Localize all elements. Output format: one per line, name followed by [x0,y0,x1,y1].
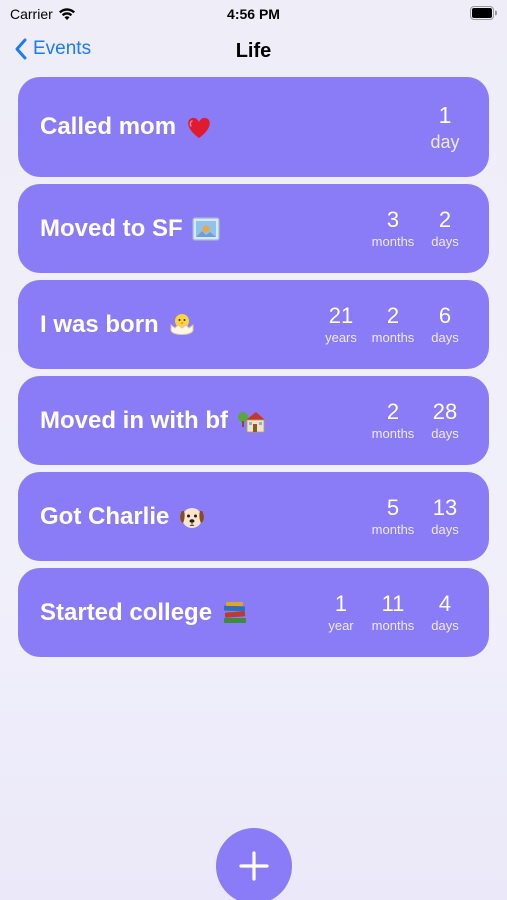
battery-icon [470,6,497,20]
plus-icon [239,851,269,881]
status-bar: Carrier 4:56 PM [0,0,507,30]
page-title: Life [235,40,272,62]
elapsed-months-label: months [371,330,415,345]
event-title: Called mom [40,113,214,141]
elapsed-years-value: 21 [328,303,354,328]
elapsed-days: 13 days [423,495,467,538]
add-event-button[interactable] [216,828,292,900]
event-title-label: Moved to SF [40,214,183,242]
event-title: Got Charlie [40,503,207,531]
elapsed-months: 2 months [371,303,415,346]
elapsed-time: 21 years 2 months 6 days [319,303,467,346]
elapsed-months: 5 months [371,495,415,538]
elapsed-days-label: days [431,234,459,249]
elapsed-days-value: 4 [438,591,452,616]
event-title-label: I was born [40,310,159,338]
elapsed-years: 21 years [319,303,363,346]
elapsed-time: 3 months 2 days [371,207,467,250]
event-title: Moved in with bf [40,407,266,435]
elapsed-time: 1 year 11 months 4 days [319,591,467,634]
elapsed-years-value: 1 [334,591,348,616]
event-list: Called mom 1 day Moved to SF 3 months 2 … [18,77,489,664]
event-title-label: Called mom [40,113,177,140]
house-icon [237,411,265,432]
hatching-chick-icon [170,313,194,335]
heart-icon [188,117,210,138]
elapsed-days: 6 days [423,303,467,346]
elapsed-days-label: days [431,522,459,537]
dog-face-icon [180,507,205,528]
elapsed-months-value: 11 [381,591,405,616]
event-title-label: Moved in with bf [40,406,228,434]
elapsed-months-value: 2 [386,303,400,328]
event-card-moved-to-sf[interactable]: Moved to SF 3 months 2 days [18,184,489,273]
elapsed-months-label: months [371,618,415,633]
event-title: Moved to SF [40,215,221,243]
elapsed-time: 5 months 13 days [371,495,467,538]
elapsed-months-value: 3 [386,207,400,232]
picture-icon [192,216,220,241]
elapsed-years-label: years [325,330,357,345]
elapsed-days: 28 days [423,399,467,442]
navigation-bar: Events Life [0,32,507,72]
elapsed-days-value: 6 [438,303,452,328]
elapsed-days: 4 days [423,591,467,634]
event-card-started-college[interactable]: Started college 1 year 11 months 4 days [18,568,489,657]
elapsed-time: 2 months 28 days [371,399,467,442]
event-title: Started college [40,599,250,627]
event-card-got-charlie[interactable]: Got Charlie 5 months 13 days [18,472,489,561]
elapsed-months-label: months [371,522,415,537]
elapsed-days-label: days [431,330,459,345]
event-card-i-was-born[interactable]: I was born 21 years 2 months 6 days [18,280,489,369]
elapsed-days-value: 28 [432,399,458,424]
elapsed-months-value: 5 [386,495,400,520]
elapsed-days-label: days [431,618,459,633]
event-card-called-mom[interactable]: Called mom 1 day [18,77,489,177]
elapsed-months: 11 months [371,591,415,634]
event-card-moved-in-with-bf[interactable]: Moved in with bf 2 months 28 days [18,376,489,465]
elapsed-years-label: year [328,618,354,633]
elapsed-time: 1 day [423,100,467,154]
elapsed-months-label: months [371,234,415,249]
elapsed-days-label: days [431,426,459,441]
event-title-label: Got Charlie [40,502,170,530]
status-time: 4:56 PM [227,6,280,22]
elapsed-days: 2 days [423,207,467,250]
elapsed-days-value: 1 [438,102,452,128]
books-icon [223,601,247,623]
event-title-label: Started college [40,598,213,626]
elapsed-days-label: day [430,132,460,152]
elapsed-days: 1 day [423,100,467,154]
elapsed-days-value: 13 [432,495,458,520]
elapsed-days-value: 2 [438,207,452,232]
elapsed-months-label: months [371,426,415,441]
elapsed-years: 1 year [319,591,363,634]
elapsed-months-value: 2 [386,399,400,424]
elapsed-months: 3 months [371,207,415,250]
event-title: I was born [40,311,197,339]
elapsed-months: 2 months [371,399,415,442]
